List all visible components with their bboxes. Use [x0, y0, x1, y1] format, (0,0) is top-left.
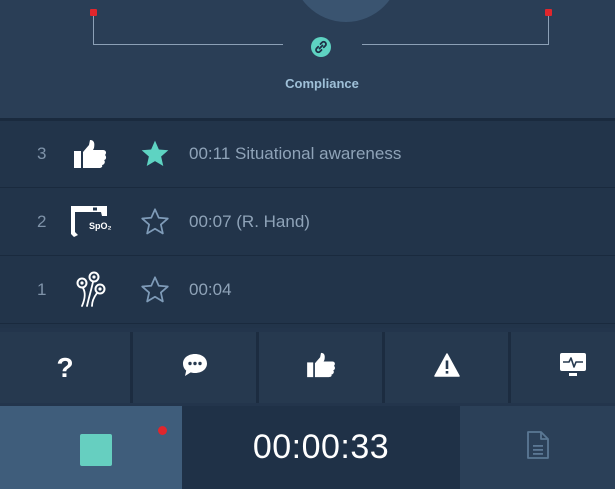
- help-button[interactable]: ?: [0, 332, 130, 403]
- connector-left-horizontal: [93, 44, 283, 45]
- event-text: 00:07 (R. Hand): [189, 212, 310, 231]
- thumbs-up-icon: [306, 352, 336, 383]
- link-icon[interactable]: [311, 37, 331, 57]
- report-button[interactable]: [460, 406, 615, 489]
- action-toolbar: ?: [0, 332, 615, 403]
- timer-panel: 00:00:33: [182, 406, 460, 489]
- speech-bubble-icon: [181, 352, 209, 383]
- session-bar: 00:00:33: [0, 406, 615, 489]
- event-list: 3 00:11 Situational awareness 2 SpO₂ 00:…: [0, 118, 615, 328]
- star-outline-icon[interactable]: [138, 205, 172, 239]
- left-marker: [90, 9, 97, 16]
- electrodes-icon: [68, 270, 112, 310]
- compliance-label: Compliance: [285, 76, 359, 91]
- star-filled-icon[interactable]: [138, 137, 172, 171]
- feedback-button[interactable]: [259, 332, 382, 403]
- list-item[interactable]: 2 SpO₂ 00:07 (R. Hand): [0, 189, 615, 256]
- right-marker: [545, 9, 552, 16]
- spo2-label: SpO₂: [89, 221, 112, 231]
- stop-button[interactable]: [0, 406, 182, 489]
- session-timer: 00:00:33: [252, 428, 390, 466]
- star-outline-icon[interactable]: [138, 273, 172, 307]
- warning-icon: [433, 353, 460, 382]
- list-item[interactable]: 1 00:04: [0, 257, 615, 324]
- recording-indicator: [158, 426, 167, 435]
- compliance-panel: Compliance: [0, 0, 615, 118]
- event-text: 00:04: [189, 280, 232, 299]
- list-item[interactable]: 3 00:11 Situational awareness: [0, 121, 615, 188]
- stop-icon: [80, 434, 112, 466]
- event-number: 1: [37, 280, 47, 299]
- session-screen: Compliance 3 00:11 Situational awareness…: [0, 0, 615, 489]
- document-icon: [526, 430, 550, 465]
- spo2-sensor-icon: SpO₂: [68, 202, 112, 242]
- question-icon: ?: [56, 351, 74, 383]
- comment-button[interactable]: [133, 332, 256, 403]
- warning-button[interactable]: [385, 332, 508, 403]
- patient-gauge: [292, 0, 400, 22]
- event-number: 3: [37, 144, 47, 163]
- monitor-button[interactable]: [511, 332, 615, 403]
- connector-right-horizontal: [362, 44, 549, 45]
- event-text: 00:11 Situational awareness: [189, 144, 402, 163]
- monitor-icon: [559, 352, 587, 383]
- thumbs-up-icon: [68, 134, 112, 174]
- event-number: 2: [37, 212, 47, 231]
